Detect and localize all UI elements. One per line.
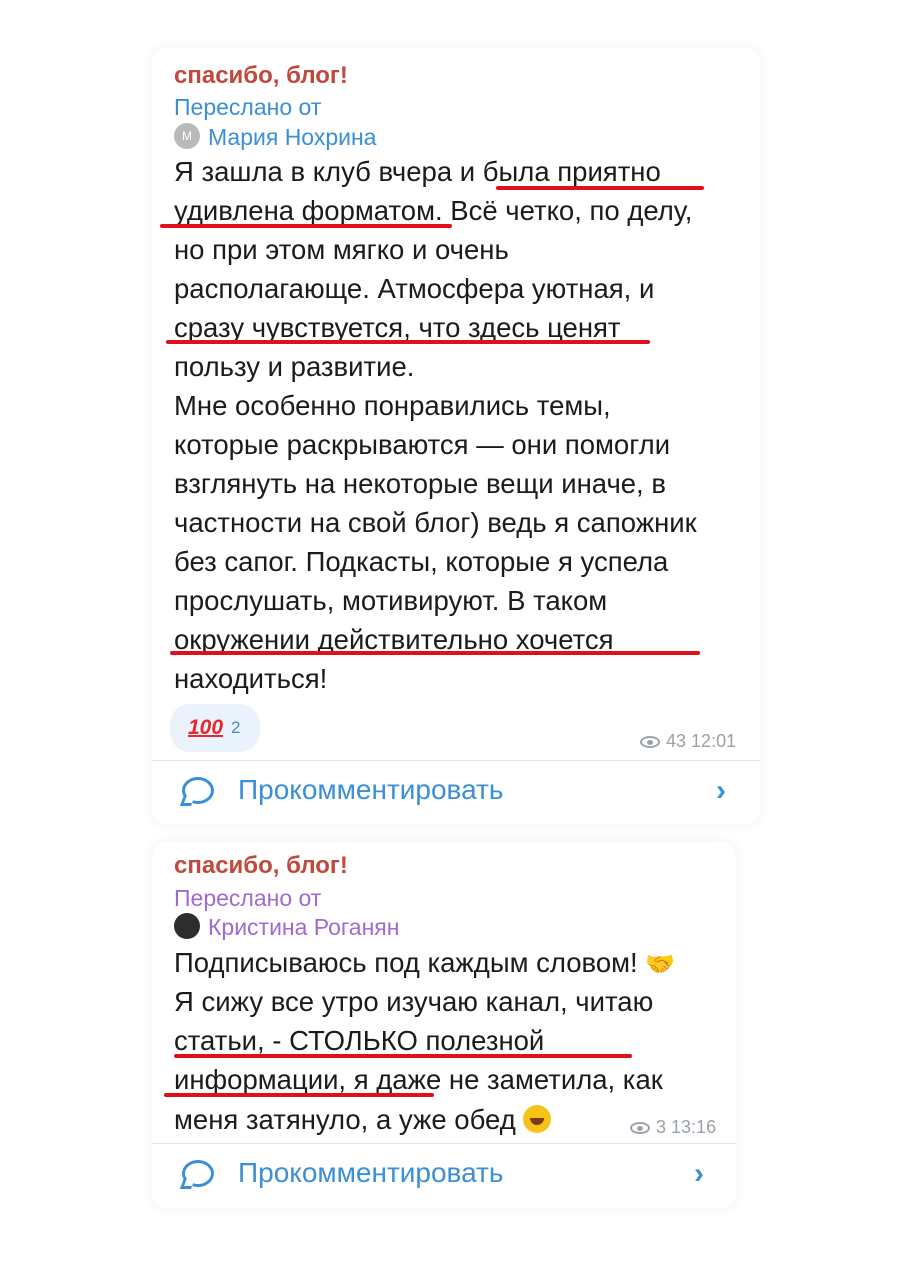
message-meta: 43 12:01 — [640, 731, 736, 752]
text-line: статьи, - СТОЛЬКО полезной — [174, 1025, 545, 1056]
handshake-emoji: 🤝 — [645, 951, 676, 978]
comment-button[interactable]: Прокомментировать — [182, 1157, 503, 1189]
author-avatar[interactable] — [174, 913, 200, 939]
highlight-underline — [496, 186, 704, 190]
view-count: 43 — [666, 731, 687, 751]
text-line: Я сижу все утро изучаю канал, читаю — [174, 986, 654, 1017]
reaction-chip[interactable]: 100 2 — [170, 704, 260, 752]
forwarded-author-link[interactable]: Мария Нохрина — [208, 124, 376, 151]
highlight-underline — [164, 1093, 434, 1097]
highlight-underline — [174, 1054, 632, 1058]
author-avatar[interactable]: М — [174, 123, 200, 149]
text-line: но при этом мягко и очень — [174, 234, 509, 265]
view-count: 3 — [656, 1117, 667, 1137]
eye-icon — [640, 735, 660, 748]
eye-icon — [630, 1121, 650, 1134]
text-line: пользу и развитие. — [174, 351, 415, 382]
message-time: 13:16 — [671, 1117, 717, 1137]
chevron-right-icon[interactable]: › — [716, 774, 726, 808]
highlight-underline — [166, 340, 650, 344]
text-line: Мне особенно понравились темы, — [174, 390, 611, 421]
comment-label: Прокомментировать — [238, 1157, 504, 1188]
text-line: частности на свой блог) ведь я сапожник — [174, 507, 697, 538]
text-line: удивлена форматом. Всё четко, по делу, — [174, 195, 693, 226]
text-line: взглянуть на некоторые вещи иначе, в — [174, 468, 666, 499]
rofl-emoji — [523, 1105, 552, 1133]
text-line: без сапог. Подкасты, которые я успела — [174, 546, 669, 577]
text-line: располагающе. Атмосфера уютная, и — [174, 273, 655, 304]
comment-bubble-icon — [182, 776, 214, 804]
channel-name[interactable]: спасибо, блог! — [174, 852, 348, 880]
comment-label: Прокомментировать — [238, 774, 504, 805]
comment-bubble-icon — [182, 1159, 214, 1187]
message-time: 12:01 — [691, 731, 737, 751]
text-line: Я зашла в клуб вчера и была приятно — [174, 156, 661, 187]
text-line: которые раскрываются — они помогли — [174, 429, 671, 460]
chevron-right-icon[interactable]: › — [694, 1157, 704, 1191]
highlight-underline — [160, 224, 452, 228]
text-line: прослушать, мотивируют. В таком — [174, 585, 608, 616]
reaction-count: 2 — [231, 718, 241, 737]
message-meta: 3 13:16 — [630, 1117, 716, 1138]
text-line: Подписываюсь под каждым словом! 🤝 — [174, 947, 676, 978]
divider — [152, 1143, 736, 1144]
channel-name[interactable]: спасибо, блог! — [174, 62, 348, 90]
forwarded-author-link[interactable]: Кристина Роганян — [208, 914, 399, 941]
divider — [152, 760, 760, 761]
comment-button[interactable]: Прокомментировать — [182, 774, 503, 806]
text-line: сразу чувствуется, что здесь ценят — [174, 312, 621, 343]
forwarded-label: Переслано от — [174, 885, 322, 911]
text-line: окружении действительно хочется — [174, 624, 614, 655]
text-line: меня затянуло, а уже обед — [174, 1105, 552, 1134]
text-line: информации, я даже не заметила, как — [174, 1064, 663, 1095]
text-line: находиться! — [174, 663, 328, 694]
highlight-underline — [170, 651, 700, 655]
hundred-emoji: 100 — [188, 716, 224, 739]
forwarded-label: Переслано от — [174, 94, 322, 120]
